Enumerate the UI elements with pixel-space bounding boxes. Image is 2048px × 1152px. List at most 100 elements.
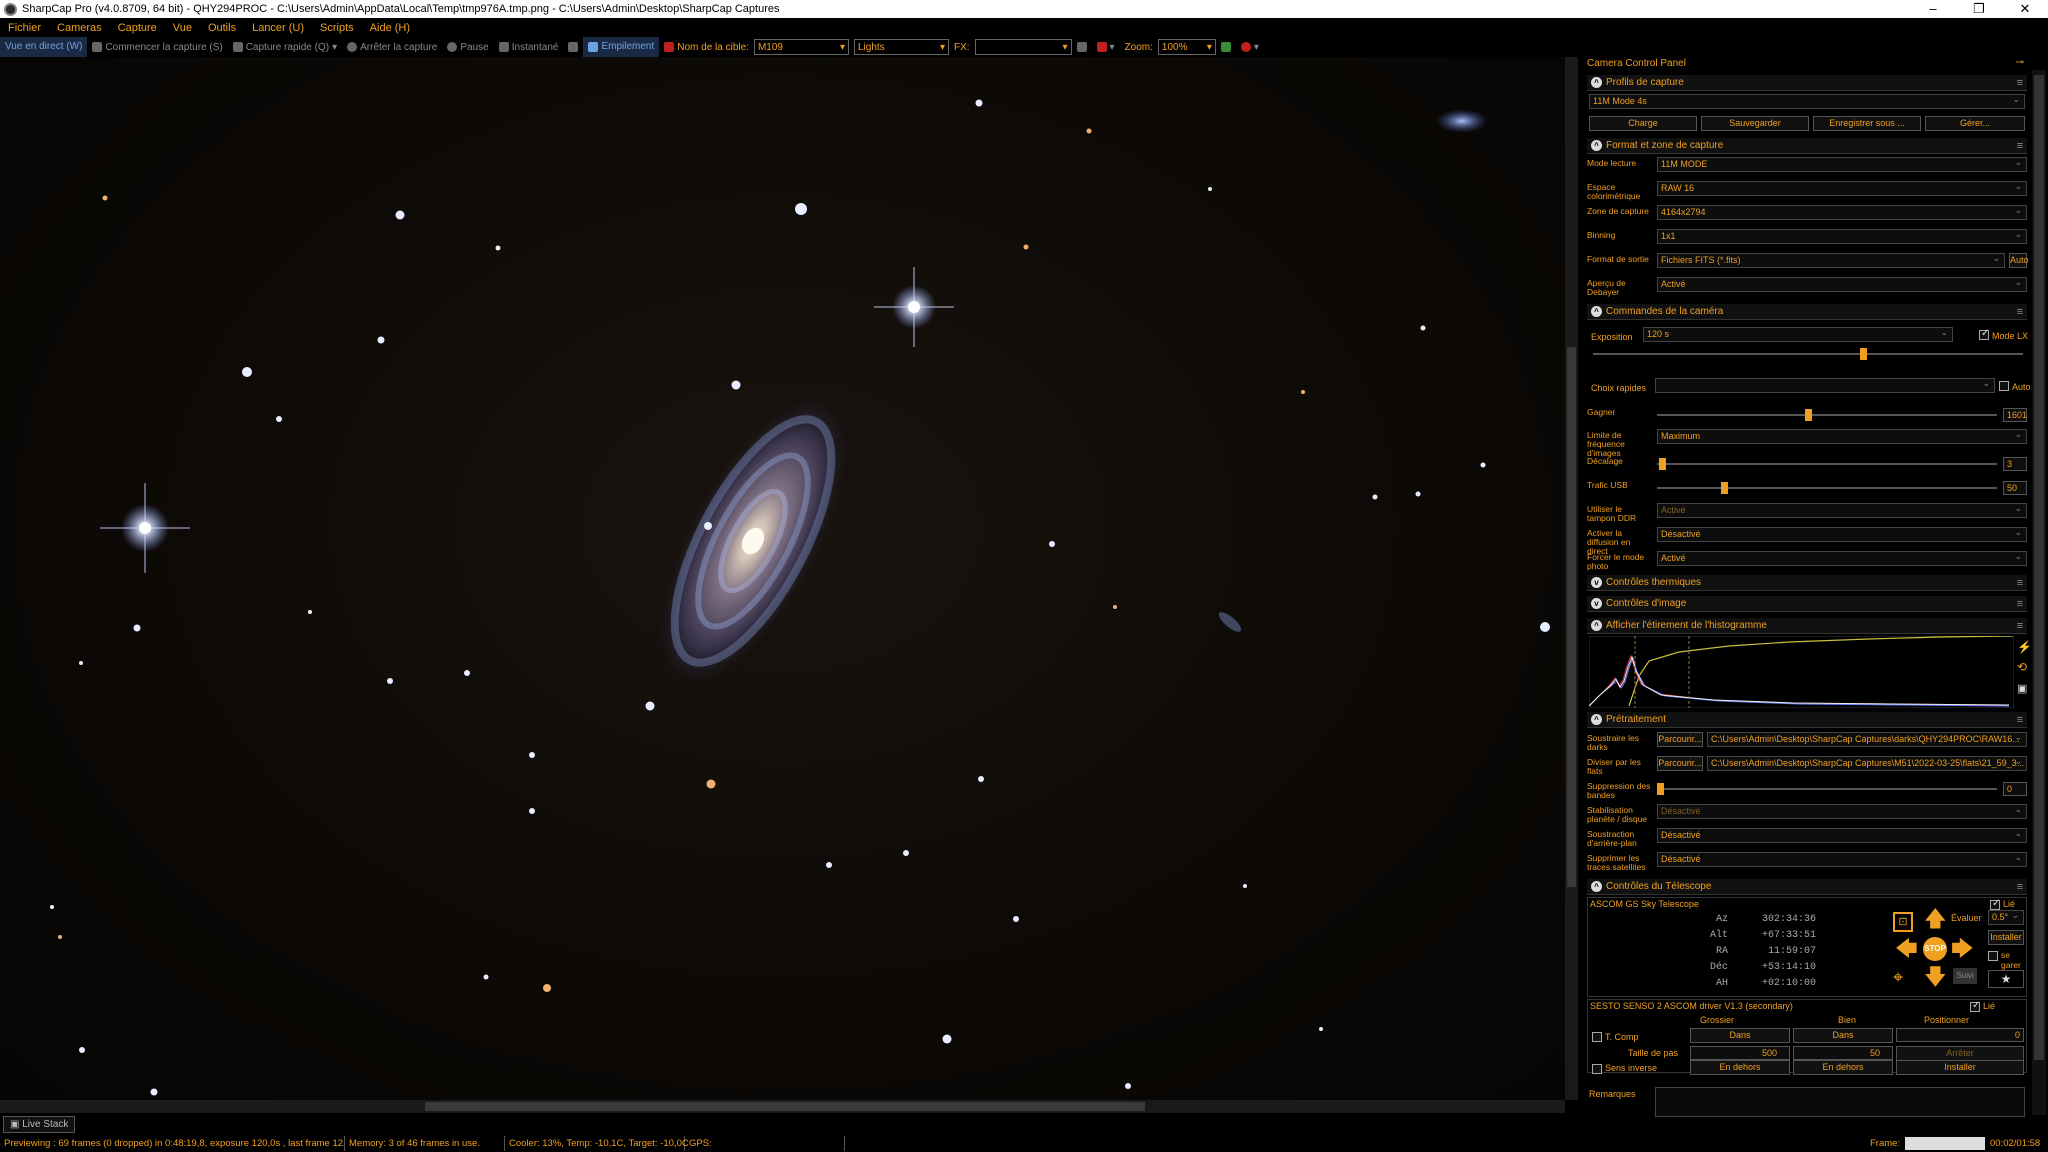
live-view-button[interactable]: Vue en direct (W): [0, 37, 88, 57]
lx-mode-checkbox[interactable]: [1979, 328, 1989, 340]
fine-step-input[interactable]: 50: [1793, 1046, 1893, 1060]
debayer-select[interactable]: Activé: [1657, 276, 2027, 292]
color-space-select[interactable]: RAW 16: [1657, 180, 2027, 196]
photo-mode-select[interactable]: Activé: [1657, 550, 2027, 566]
reset-icon[interactable]: ⟲: [2017, 660, 2027, 674]
usb-value[interactable]: 50: [2003, 481, 2027, 495]
tools-button[interactable]: [563, 42, 583, 52]
usb-slider[interactable]: [1657, 481, 1997, 495]
maximize-button[interactable]: ❐: [1956, 0, 2002, 18]
stacking-button[interactable]: Empilement: [583, 37, 660, 57]
save-icon[interactable]: ▣: [2017, 682, 2027, 695]
menu-fichier[interactable]: Fichier: [0, 22, 49, 34]
vertical-scroll-thumb[interactable]: [1567, 347, 1576, 887]
section-menu-icon[interactable]: ≡: [2017, 77, 2023, 89]
remarks-input[interactable]: [1655, 1087, 2025, 1117]
image-viewer[interactable]: [0, 57, 1565, 1100]
flats-path[interactable]: C:\Users\Admin\Desktop\SharpCap Captures…: [1707, 756, 2027, 771]
section-menu-icon[interactable]: ≡: [2017, 140, 2023, 152]
section-preprocessing[interactable]: ^ Prétraitement ≡: [1587, 712, 2027, 728]
banding-slider[interactable]: [1657, 782, 1997, 796]
profile-select[interactable]: 11M Mode 4s: [1589, 93, 2025, 109]
horizontal-scroll-thumb[interactable]: [425, 1102, 1145, 1111]
timer-button[interactable]: ▾: [1236, 42, 1264, 53]
target-crosshair-icon[interactable]: ⌖: [1893, 966, 1903, 988]
offset-value[interactable]: 3: [2003, 457, 2027, 471]
close-button[interactable]: ✕: [2002, 0, 2048, 18]
slew-west-arrow[interactable]: 🡄: [1895, 938, 1918, 960]
reticle-button[interactable]: ▾: [1092, 42, 1120, 53]
background-select[interactable]: Désactivé: [1657, 827, 2027, 843]
usb-slider-knob[interactable]: [1721, 482, 1728, 494]
section-thermal[interactable]: v Contrôles thermiques ≡: [1587, 575, 2027, 591]
track-button[interactable]: Suivi: [1953, 968, 1977, 984]
fx-select[interactable]: ▾: [974, 39, 1072, 55]
target-name-input[interactable]: M109 ▾: [753, 39, 849, 55]
auto-stretch-icon[interactable]: ⚡: [2017, 640, 2030, 654]
gain-value[interactable]: 1601: [2003, 408, 2027, 422]
pin-icon[interactable]: ⊸: [2016, 57, 2024, 68]
gain-slider-knob[interactable]: [1805, 409, 1812, 421]
focuser-setup-button[interactable]: Installer: [1896, 1060, 2024, 1075]
section-telescope[interactable]: ^ Contrôles du Télescope ≡: [1587, 879, 2027, 895]
fine-out-button[interactable]: En dehors: [1793, 1060, 1893, 1075]
save-as-profile-button[interactable]: Enregistrer sous ...: [1813, 116, 1921, 131]
satellite-select[interactable]: Désactivé: [1657, 851, 2027, 867]
slew-north-arrow[interactable]: 🡅: [1924, 908, 1947, 930]
banding-value[interactable]: 0: [2003, 782, 2027, 796]
quick-auto-checkbox[interactable]: [1999, 381, 2009, 391]
start-capture-button[interactable]: Commencer la capture (S): [87, 42, 227, 53]
binning-select[interactable]: 1x1: [1657, 228, 2027, 244]
stop-slew-button[interactable]: STOP: [1923, 937, 1947, 961]
load-profile-button[interactable]: Charge: [1589, 116, 1697, 131]
snapshot-button[interactable]: Instantané: [494, 42, 564, 53]
slew-east-arrow[interactable]: 🡆: [1951, 938, 1974, 960]
flats-browse-button[interactable]: Parcourir...: [1657, 756, 1703, 771]
section-menu-icon[interactable]: ≡: [2017, 598, 2023, 610]
coarse-in-button[interactable]: Dans: [1690, 1028, 1790, 1043]
read-mode-select[interactable]: 11M MODE: [1657, 156, 2027, 172]
section-menu-icon[interactable]: ≡: [2017, 620, 2023, 632]
menu-vue[interactable]: Vue: [165, 22, 200, 34]
telescope-linked-checkbox[interactable]: [1990, 898, 2000, 910]
exposure-slider[interactable]: [1593, 347, 2023, 361]
section-menu-icon[interactable]: ≡: [2017, 306, 2023, 318]
menu-outils[interactable]: Outils: [200, 22, 244, 34]
section-camera-controls[interactable]: ^ Commandes de la caméra ≡: [1587, 304, 2027, 320]
horizontal-scrollbar[interactable]: [0, 1100, 1565, 1113]
grid-button[interactable]: [1072, 42, 1092, 52]
section-menu-icon[interactable]: ≡: [2017, 577, 2023, 589]
framerate-select[interactable]: Maximum: [1657, 428, 2027, 444]
vertical-scrollbar[interactable]: [1565, 57, 1578, 1100]
darks-browse-button[interactable]: Parcourir...: [1657, 732, 1703, 747]
temp-comp-checkbox[interactable]: [1592, 1032, 1602, 1042]
live-stack-tab[interactable]: ▣ Live Stack: [3, 1116, 76, 1133]
histogram-plot[interactable]: [1589, 636, 2014, 708]
gain-slider[interactable]: [1657, 408, 1997, 422]
focuser-linked-checkbox[interactable]: [1970, 1000, 1980, 1012]
coarse-step-input[interactable]: 500: [1690, 1046, 1790, 1060]
offset-slider-knob[interactable]: [1659, 458, 1666, 470]
stabilization-select[interactable]: Désactivé: [1657, 803, 2027, 819]
output-auto-button[interactable]: Auto: [2009, 253, 2029, 268]
offset-slider[interactable]: [1657, 457, 1997, 471]
minimize-button[interactable]: –: [1910, 0, 1956, 18]
stop-capture-button[interactable]: Arrêter la capture: [342, 42, 442, 53]
menu-aide[interactable]: Aide (H): [362, 22, 418, 34]
goto-icon[interactable]: ⊡: [1893, 912, 1913, 932]
output-format-select[interactable]: Fichiers FITS (*.fits): [1657, 252, 2005, 268]
section-menu-icon[interactable]: ≡: [2017, 881, 2023, 893]
coarse-out-button[interactable]: En dehors: [1690, 1060, 1790, 1075]
rate-select[interactable]: 0.5°: [1988, 909, 2024, 925]
pause-button[interactable]: Pause: [442, 42, 493, 53]
quick-choice-select[interactable]: [1655, 377, 1995, 393]
darks-path[interactable]: C:\Users\Admin\Desktop\SharpCap Captures…: [1707, 732, 2027, 747]
position-input[interactable]: 0: [1896, 1028, 2024, 1042]
quick-capture-button[interactable]: Capture rapide (Q) ▾: [228, 42, 342, 53]
menu-lancer[interactable]: Lancer (U): [244, 22, 312, 34]
panel-scrollbar[interactable]: [2032, 70, 2046, 1115]
histogram-button[interactable]: [1216, 42, 1236, 52]
menu-capture[interactable]: Capture: [110, 22, 165, 34]
manage-profiles-button[interactable]: Gérer...: [1925, 116, 2025, 131]
section-image-controls[interactable]: v Contrôles d'image ≡: [1587, 596, 2027, 612]
